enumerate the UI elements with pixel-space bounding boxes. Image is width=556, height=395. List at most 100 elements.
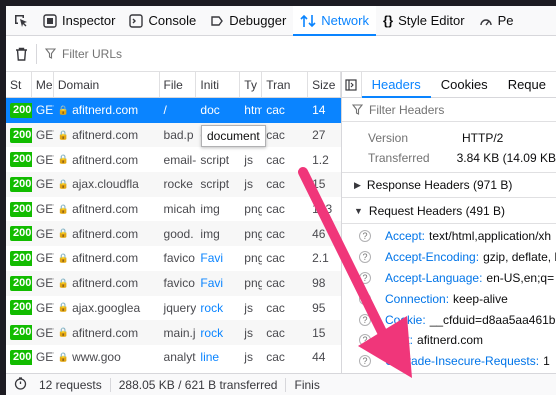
lock-icon: 🔒 (57, 327, 70, 338)
chevron-down-icon: ▼ (354, 205, 363, 216)
clear-requests-button[interactable] (6, 47, 36, 61)
domain-cell: 🔒 afitnerd.com (54, 320, 160, 345)
tab-headers[interactable]: Headers (361, 72, 431, 98)
table-row[interactable]: 200GET🔒afitnerd.comfavicoFavipngcac2.1 (6, 246, 341, 271)
tab-performance[interactable]: Pe (472, 6, 521, 35)
table-row[interactable]: 200GET🔒afitnerd.com/dochtmcac14 (6, 98, 341, 123)
status-cell: 200 (6, 296, 32, 321)
column-method[interactable]: Me (32, 72, 54, 97)
element-picker-button[interactable] (6, 6, 36, 35)
status-cell: 200 (6, 172, 32, 197)
method-cell: GET (35, 128, 54, 143)
table-row[interactable]: 200GET🔒afitnerd.combad.pdocumentcac27 (6, 122, 341, 148)
details-tabs: Headers Cookies Reque (342, 72, 556, 98)
type-cell: png (244, 251, 262, 266)
table-row[interactable]: 200GET🔒afitnerd.comfavicoFavipngcac98 (6, 270, 341, 296)
header-row[interactable]: ? Connection: keep-alive (342, 288, 556, 309)
toggle-sidebar-button[interactable] (342, 72, 362, 97)
help-icon[interactable]: ? (359, 334, 371, 347)
table-row[interactable]: 200GET🔒ajax.googleajqueryrockjscac95 (6, 296, 341, 321)
method-cell: GET (35, 152, 54, 167)
size-cell: 46 (312, 226, 326, 241)
header-name: Accept-Encoding: (385, 250, 480, 265)
size-cell: 15 (312, 177, 326, 192)
inspector-icon (43, 13, 57, 28)
column-size[interactable]: Size (308, 72, 341, 97)
method-cell: GET (35, 276, 54, 291)
debugger-icon (210, 14, 224, 28)
filter-urls-input[interactable]: Filter URLs (37, 47, 122, 61)
help-icon[interactable]: ? (359, 271, 371, 284)
column-transferred[interactable]: Tran (262, 72, 309, 97)
tab-request[interactable]: Reque (498, 72, 556, 97)
type-cell: js (244, 300, 253, 315)
header-row[interactable]: ? Accept-Encoding: gzip, deflate, b (342, 247, 556, 268)
header-value: gzip, deflate, b (483, 250, 556, 265)
style-editor-icon: {} (382, 13, 394, 28)
version-row: Version HTTP/2 (368, 131, 504, 145)
transferred-cell: cac (266, 276, 285, 291)
method-cell: GET (35, 177, 54, 192)
table-row[interactable]: 200GET🔒afitnerd.comgood.imgpngcac46 (6, 221, 341, 247)
response-headers-section[interactable]: ▶ Response Headers (971 B) (342, 172, 556, 198)
initiator-cell: doc (200, 103, 220, 118)
domain-cell: 🔒 afitnerd.com (54, 271, 160, 296)
status-badge: 200 (10, 102, 32, 118)
request-headers-section[interactable]: ▼ Request Headers (491 B) (342, 198, 556, 224)
help-icon[interactable]: ? (359, 313, 371, 326)
transferred-cell: cac (266, 152, 285, 167)
status-badge: 200 (10, 226, 32, 242)
help-icon[interactable]: ? (359, 355, 371, 368)
header-row[interactable]: ? Upgrade-Insecure-Requests: 1 (342, 351, 556, 372)
transferred-cell: cac (266, 128, 285, 143)
status-cell: 200 (6, 246, 32, 271)
filter-icon (45, 48, 56, 59)
domain-text: afitnerd.com (72, 128, 139, 143)
table-row[interactable]: 200GET🔒afitnerd.commicahimgpngcac163 (6, 197, 341, 222)
tab-console[interactable]: Console (122, 6, 203, 35)
column-status[interactable]: St (6, 72, 32, 97)
header-row[interactable]: ? Cookie: __cfduid=d8aa5aa461ba (342, 309, 556, 330)
request-rows: 200GET🔒afitnerd.com/dochtmcac14200GET🔒af… (6, 98, 341, 370)
tab-debugger[interactable]: Debugger (203, 6, 293, 35)
column-initiator[interactable]: Initi (196, 72, 241, 97)
type-cell: js (244, 350, 253, 365)
type-cell: png (244, 276, 262, 291)
transferred-cell: cac (266, 202, 285, 217)
header-value: 1 (543, 354, 550, 369)
domain-text: afitnerd.com (72, 276, 139, 291)
file-cell: rocke (163, 177, 193, 192)
header-row[interactable]: ? Accept-Language: en-US,en;q= (342, 268, 556, 289)
help-icon[interactable]: ? (359, 230, 371, 243)
header-row[interactable]: ? Host: afitnerd.com (342, 330, 556, 351)
help-icon[interactable]: ? (359, 292, 371, 305)
type-cell: htm (244, 103, 262, 118)
tab-inspector[interactable]: Inspector (36, 6, 122, 35)
status-badge: 200 (10, 275, 32, 291)
column-domain[interactable]: Domain (54, 72, 160, 97)
status-badge: 200 (10, 325, 32, 341)
table-row[interactable]: 200GET🔒ajax.cloudflarockescriptjscac15 (6, 172, 341, 197)
header-name: Upgrade-Insecure-Requests: (385, 354, 540, 369)
initiator-cell: script (200, 152, 230, 167)
domain-text: www.goo (72, 350, 121, 365)
initiator-cell: Favi (200, 276, 224, 291)
filter-headers-input[interactable]: Filter Headers (342, 98, 556, 122)
file-cell: / (163, 103, 167, 118)
table-row[interactable]: 200GET🔒afitnerd.commain.jrockjscac15 (6, 320, 341, 345)
tab-style-editor[interactable]: {} Style Editor (376, 6, 472, 35)
header-value: afitnerd.com (417, 333, 484, 348)
type-cell: png (244, 202, 262, 217)
column-type[interactable]: Ty (240, 72, 263, 97)
size-cell: 15 (312, 325, 326, 340)
tab-network[interactable]: Network (293, 6, 376, 36)
column-file[interactable]: File (160, 72, 197, 97)
size-cell: 163 (312, 202, 333, 217)
tab-cookies[interactable]: Cookies (431, 72, 498, 97)
table-row[interactable]: 200GET🔒afitnerd.comemail-scriptjscac1.2 (6, 147, 341, 172)
table-row[interactable]: 200GET🔒www.gooanalytlinejscac44 (6, 345, 341, 370)
status-badge: 200 (10, 152, 32, 168)
header-row[interactable]: ? Accept: text/html,application/xh (342, 226, 556, 247)
help-icon[interactable]: ? (359, 251, 371, 264)
status-cell: 200 (6, 98, 32, 123)
